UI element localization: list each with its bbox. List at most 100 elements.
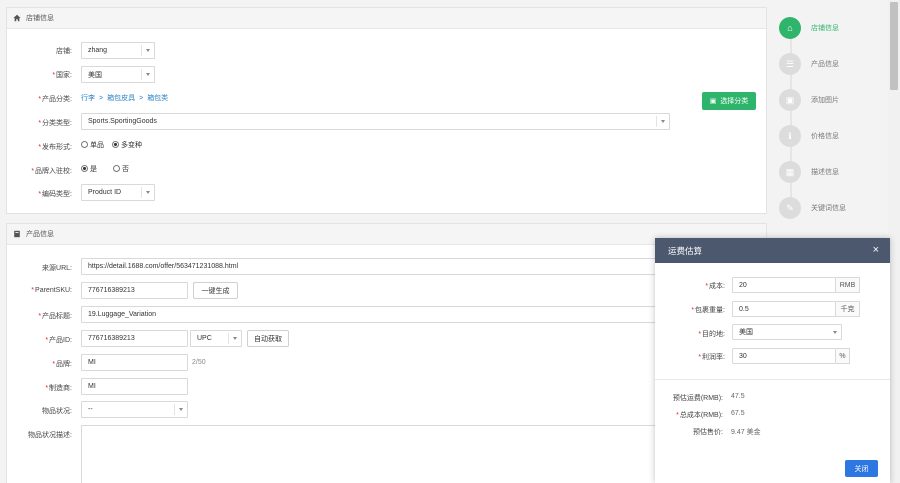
brand-input[interactable]: MI: [81, 354, 188, 371]
chevron-down-icon: [146, 73, 150, 76]
type-select[interactable]: Sports.SportingGoods: [81, 113, 670, 130]
step-label: 描述信息: [811, 169, 839, 176]
list-icon: ☰: [779, 53, 801, 75]
category-sep: >: [139, 94, 144, 102]
price-label: 预估售价:: [693, 429, 723, 436]
profit-unit: %: [836, 348, 850, 364]
brand-radio-yes[interactable]: 是: [81, 164, 97, 174]
info-icon: ℹ: [779, 125, 801, 147]
product-panel-title: 产品信息: [26, 231, 54, 238]
product-panel-header: 产品信息: [7, 224, 766, 245]
step-nav: ⌂ 店铺信息 ☰ 产品信息 ▣ 添加图片 ℹ 价格信息 ▦ 描述信息 ✎ 关键词信息: [770, 8, 878, 223]
home-icon: [13, 14, 21, 22]
mode-radios: 单品 多变种: [81, 140, 142, 150]
condition-label: 物品状况:: [42, 408, 72, 415]
title-input[interactable]: 19.Luggage_Variation: [81, 306, 681, 323]
chevron-down-icon: [146, 49, 150, 52]
category-label: *产品分类:: [38, 96, 72, 103]
step-label: 价格信息: [811, 133, 839, 140]
home-icon: ⌂: [779, 17, 801, 39]
modal-title: 运费估算: [668, 245, 703, 256]
dest-label: *目的地:: [698, 331, 725, 338]
brand-register-radios: 是 否: [81, 164, 129, 174]
weight-label: *包裹重量:: [691, 307, 725, 314]
chevron-down-icon: [146, 191, 150, 194]
condition-desc-label: 物品状况描述:: [28, 432, 72, 439]
modal-close-button[interactable]: 关闭: [845, 460, 878, 477]
weight-input[interactable]: 0.5: [732, 301, 836, 317]
profit-label: *利润率:: [698, 354, 725, 361]
chevron-down-icon: [233, 337, 237, 340]
brand-radio-no[interactable]: 否: [113, 164, 129, 174]
country-select[interactable]: 美国: [81, 66, 155, 83]
mode-label: *发布形式:: [38, 144, 72, 151]
category-breadcrumb: 行李 > 箱包皮具 > 箱包类: [81, 93, 168, 103]
close-icon[interactable]: ×: [873, 244, 879, 256]
step-2[interactable]: ☰ 产品信息: [779, 52, 879, 76]
weight-unit: 千克: [836, 301, 860, 317]
total-cost-value: 67.5: [731, 410, 745, 417]
store-panel-title: 店铺信息: [26, 15, 54, 22]
cost-label: *成本:: [705, 283, 725, 290]
mode-radio-multi[interactable]: 多变种: [112, 140, 142, 150]
step-4[interactable]: ℹ 价格信息: [779, 124, 879, 148]
maker-input[interactable]: MI: [81, 378, 188, 395]
step-5[interactable]: ▦ 描述信息: [779, 160, 879, 184]
modal-divider: [655, 379, 890, 380]
store-select[interactable]: zhang: [81, 42, 155, 59]
total-cost-label: *总成本(RMB):: [676, 412, 723, 419]
store-panel-header: 店铺信息: [7, 8, 766, 29]
dest-select[interactable]: 美国: [732, 324, 842, 340]
step-label: 添加图片: [811, 97, 839, 104]
url-input[interactable]: https://detail.1688.com/offer/5634712310…: [81, 258, 681, 275]
title-label: *产品标题:: [38, 313, 72, 320]
scrollbar-thumb[interactable]: [890, 2, 898, 90]
condition-select[interactable]: --: [81, 401, 188, 418]
brand-label: *品牌:: [52, 361, 72, 368]
maker-label: *制造商:: [45, 385, 72, 392]
modal-header: 运费估算 ×: [655, 238, 890, 263]
chevron-down-icon: [833, 331, 837, 334]
sku-label: *ParentSKU:: [31, 287, 72, 294]
image-icon: ▣: [779, 89, 801, 111]
cost-unit: RMB: [836, 277, 860, 293]
select-category-button[interactable]: ▣ 选择分类: [702, 92, 756, 110]
freight-label: 预估运费(RMB):: [672, 395, 723, 402]
cost-input[interactable]: 20: [732, 277, 836, 293]
condition-desc-textarea[interactable]: [81, 425, 681, 483]
sku-input[interactable]: 776716389213: [81, 282, 188, 299]
step-label: 产品信息: [811, 61, 839, 68]
type-label: *分类类型:: [38, 120, 72, 127]
category-link-3[interactable]: 箱包类: [147, 93, 168, 103]
auto-fetch-button[interactable]: 自动获取: [247, 330, 289, 347]
mode-radio-single[interactable]: 单品: [81, 140, 104, 150]
country-label: *国家:: [52, 72, 72, 79]
chevron-down-icon: [661, 120, 665, 123]
pid-label: *产品ID:: [45, 337, 72, 344]
pid-type-select[interactable]: UPC: [190, 330, 242, 347]
step-3[interactable]: ▣ 添加图片: [779, 88, 879, 112]
url-label: 来源URL:: [42, 265, 72, 272]
tag-icon: ✎: [779, 197, 801, 219]
code-type-select[interactable]: Product ID: [81, 184, 155, 201]
book-icon: [14, 230, 20, 238]
product-info-panel: 产品信息 来源URL: https://detail.1688.com/offe…: [6, 223, 767, 483]
price-value: 9.47 美金: [731, 429, 761, 436]
qrcode-icon: ▣: [709, 98, 717, 105]
pid-input[interactable]: 776716389213: [81, 330, 188, 347]
category-link-1[interactable]: 行李: [81, 93, 95, 103]
store-label: 店铺:: [56, 48, 72, 55]
profit-input[interactable]: 30: [732, 348, 836, 364]
code-type-label: *编码类型:: [38, 191, 72, 198]
step-1[interactable]: ⌂ 店铺信息: [779, 16, 879, 40]
freight-value: 47.5: [731, 393, 745, 400]
generate-sku-button[interactable]: 一键生成: [193, 282, 238, 299]
chevron-down-icon: [179, 408, 183, 411]
category-link-2[interactable]: 箱包皮具: [107, 93, 135, 103]
step-label: 关键词信息: [811, 205, 846, 212]
step-6[interactable]: ✎ 关键词信息: [779, 196, 879, 220]
freight-estimate-modal: 运费估算 × *成本: 20 RMB *包裹重量: 0.5 千克 *目的地: 美…: [655, 238, 890, 483]
grid-icon: ▦: [779, 161, 801, 183]
category-sep: >: [99, 94, 104, 102]
brand-char-count: 2/50: [192, 359, 206, 366]
